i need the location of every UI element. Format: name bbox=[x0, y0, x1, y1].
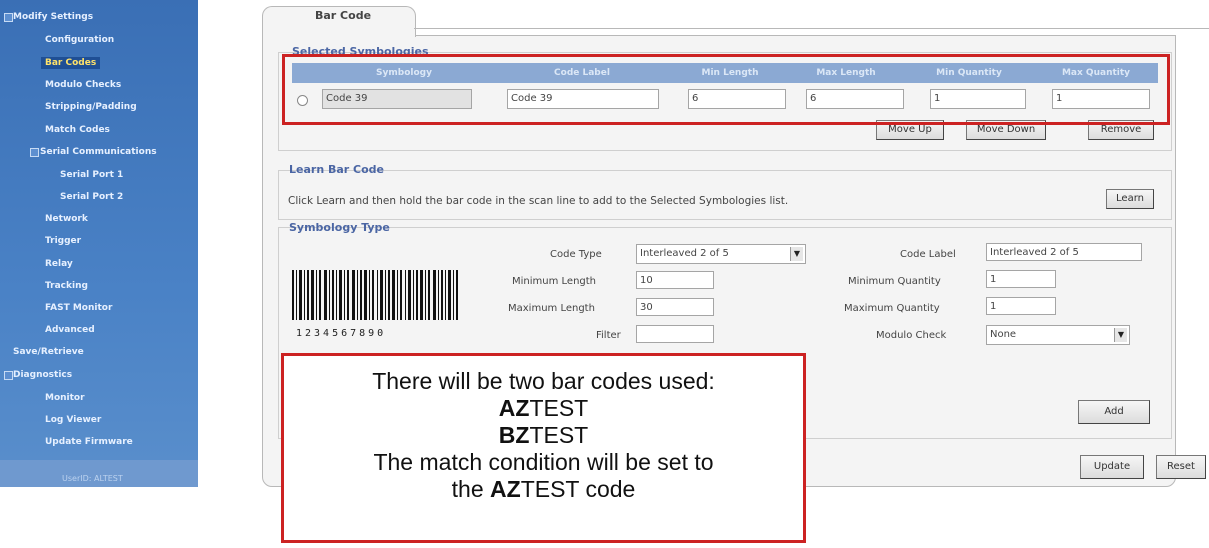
minimum-quantity-label: Minimum Quantity bbox=[848, 276, 941, 287]
sidebar-item-serial-port-1[interactable]: Serial Port 1 bbox=[60, 170, 123, 180]
sidebar-item-relay[interactable]: Relay bbox=[45, 259, 73, 269]
sidebar-item-trigger[interactable]: Trigger bbox=[45, 236, 81, 246]
callout-line-5: the AZTEST code bbox=[451, 476, 636, 502]
tab-bar-code[interactable]: Bar Code bbox=[262, 6, 416, 37]
sidebar-item-save-retrieve[interactable]: Save/Retrieve bbox=[13, 347, 84, 357]
code-type-value: Interleaved 2 of 5 bbox=[640, 248, 729, 259]
collapse-icon[interactable] bbox=[4, 371, 13, 380]
sidebar-item-diagnostics[interactable]: Diagnostics bbox=[13, 370, 72, 380]
callout-line-4: The match condition will be set to bbox=[373, 449, 714, 475]
learn-button[interactable]: Learn bbox=[1106, 189, 1154, 209]
sidebar-item-update-firmware[interactable]: Update Firmware bbox=[45, 437, 133, 447]
sidebar-item-monitor[interactable]: Monitor bbox=[45, 393, 85, 403]
maximum-length-field[interactable]: 30 bbox=[636, 298, 714, 316]
callout-code-1: AZTEST bbox=[498, 395, 589, 421]
sidebar-item-bar-codes[interactable]: Bar Codes bbox=[41, 57, 101, 69]
maximum-length-label: Maximum Length bbox=[508, 303, 595, 314]
tab-label: Bar Code bbox=[315, 9, 372, 22]
sidebar-item-serial-communications[interactable]: Serial Communications bbox=[40, 147, 157, 157]
code-label-label: Code Label bbox=[900, 249, 956, 260]
modulo-check-label: Modulo Check bbox=[876, 330, 947, 341]
callout-line-1: There will be two bar codes used: bbox=[372, 368, 715, 394]
sidebar-item-fast-monitor[interactable]: FAST Monitor bbox=[45, 303, 112, 313]
code-label-input[interactable]: Interleaved 2 of 5 bbox=[986, 243, 1142, 261]
symbology-type-title: Symbology Type bbox=[289, 221, 390, 234]
minimum-length-label: Minimum Length bbox=[512, 276, 597, 287]
chevron-down-icon[interactable]: ▼ bbox=[1114, 328, 1127, 342]
sidebar-item-log-viewer[interactable]: Log Viewer bbox=[45, 415, 101, 425]
maximum-quantity-label: Maximum Quantity bbox=[844, 303, 940, 314]
learn-bar-code-title: Learn Bar Code bbox=[289, 163, 385, 176]
sidebar-item-match-codes[interactable]: Match Codes bbox=[45, 125, 110, 135]
maximum-quantity-field[interactable]: 1 bbox=[986, 297, 1056, 315]
sidebar-item-advanced[interactable]: Advanced bbox=[45, 325, 95, 335]
filter-label: Filter bbox=[596, 330, 621, 341]
modulo-check-select[interactable]: None ▼ bbox=[986, 325, 1130, 345]
reset-button[interactable]: Reset bbox=[1156, 455, 1206, 479]
sidebar-item-network[interactable]: Network bbox=[45, 214, 88, 224]
user-id: UserID: ALTEST bbox=[62, 474, 123, 483]
barcode-digits: 1234567890 bbox=[296, 328, 387, 339]
annotation-callout: There will be two bar codes used: AZTEST… bbox=[281, 353, 806, 543]
collapse-icon[interactable] bbox=[30, 148, 39, 157]
minimum-quantity-field[interactable]: 1 bbox=[986, 270, 1056, 288]
barcode-image bbox=[292, 270, 458, 320]
modulo-check-value: None bbox=[990, 329, 1017, 340]
code-type-label: Code Type bbox=[550, 249, 602, 260]
tab-divider bbox=[414, 28, 1209, 29]
collapse-icon[interactable] bbox=[4, 13, 13, 22]
highlight-frame bbox=[282, 54, 1170, 125]
callout-code-2: BZTEST bbox=[498, 422, 589, 448]
filter-field[interactable] bbox=[636, 325, 714, 343]
sidebar-item-modify-settings[interactable]: Modify Settings bbox=[13, 12, 93, 22]
learn-instructions: Click Learn and then hold the bar code i… bbox=[288, 195, 789, 207]
sidebar-item-stripping-padding[interactable]: Stripping/Padding bbox=[45, 102, 137, 112]
code-type-select[interactable]: Interleaved 2 of 5 ▼ bbox=[636, 244, 806, 264]
chevron-down-icon[interactable]: ▼ bbox=[790, 247, 803, 261]
minimum-length-field[interactable]: 10 bbox=[636, 271, 714, 289]
add-button[interactable]: Add bbox=[1078, 400, 1150, 424]
sidebar-item-configuration[interactable]: Configuration bbox=[45, 35, 114, 45]
sidebar: Modify Settings Configuration Bar Codes … bbox=[0, 0, 198, 487]
sidebar-item-serial-port-2[interactable]: Serial Port 2 bbox=[60, 192, 123, 202]
sidebar-item-modulo-checks[interactable]: Modulo Checks bbox=[45, 80, 121, 90]
update-button[interactable]: Update bbox=[1080, 455, 1144, 479]
sidebar-item-tracking[interactable]: Tracking bbox=[45, 281, 88, 291]
